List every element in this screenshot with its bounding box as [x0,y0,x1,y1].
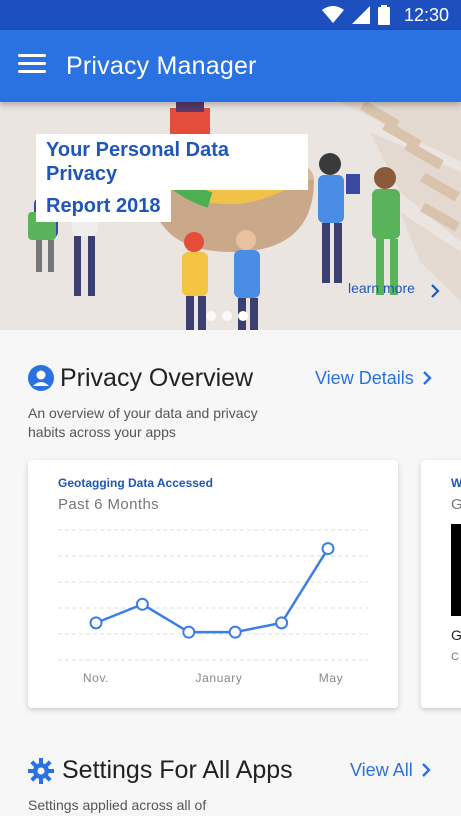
settings-description: Settings applied across all of [28,797,207,813]
view-details-link[interactable]: View Details [315,368,432,389]
settings-title: Settings For All Apps [62,756,293,784]
second-card-subtitle: G [451,496,461,513]
data-point[interactable] [275,616,289,630]
data-point[interactable] [135,597,149,611]
battery-icon [377,5,390,25]
x-tick-label: January [196,671,243,685]
wifi-icon [321,6,344,23]
status-time: 12:30 [403,4,449,25]
carousel-dots [206,311,248,321]
app-title: Privacy Manager [66,52,257,80]
carousel-dot[interactable] [222,311,232,321]
chevron-right-icon [422,371,432,385]
second-card-title: W [451,476,461,490]
geotagging-chart-card[interactable]: Geotagging Data Accessed Past 6 Months N… [28,460,398,708]
hero-title: Your Personal Data Privacy Report 2018 [36,134,308,222]
second-card-graphic [451,524,461,616]
view-details-label: View Details [315,368,414,388]
x-tick-label: May [319,671,343,685]
data-point[interactable] [228,625,242,639]
hero-title-line-2: Report 2018 [36,190,171,222]
carousel-dot[interactable] [206,311,216,321]
learn-more-link[interactable]: learn more [348,280,415,296]
privacy-overview-title: Privacy Overview [60,364,254,392]
carousel-dot-active[interactable] [238,311,248,321]
hamburger-menu-icon[interactable] [18,54,46,78]
chevron-right-icon [421,763,431,777]
view-all-label: View All [350,760,413,780]
account-circle-icon [28,365,54,391]
x-tick-label: Nov. [83,671,109,685]
privacy-overview-description: An overview of your data and privacy hab… [28,405,258,440]
data-point[interactable] [182,625,196,639]
chevron-right-icon[interactable] [430,284,440,298]
data-point[interactable] [89,616,103,630]
gear-icon [28,758,54,784]
view-all-link[interactable]: View All [350,760,431,781]
hero-title-line-1: Your Personal Data Privacy [36,134,308,190]
signal-icon [351,6,370,24]
second-card[interactable]: W G G C d [421,460,461,708]
data-point[interactable] [321,542,335,556]
line-chart: Nov. January May [58,529,368,685]
second-card-heading: G [451,627,461,643]
second-card-text: C d [451,651,461,663]
series-line [95,547,330,634]
app-bar: Privacy Manager [0,30,461,102]
status-bar: 12:30 [0,0,461,30]
